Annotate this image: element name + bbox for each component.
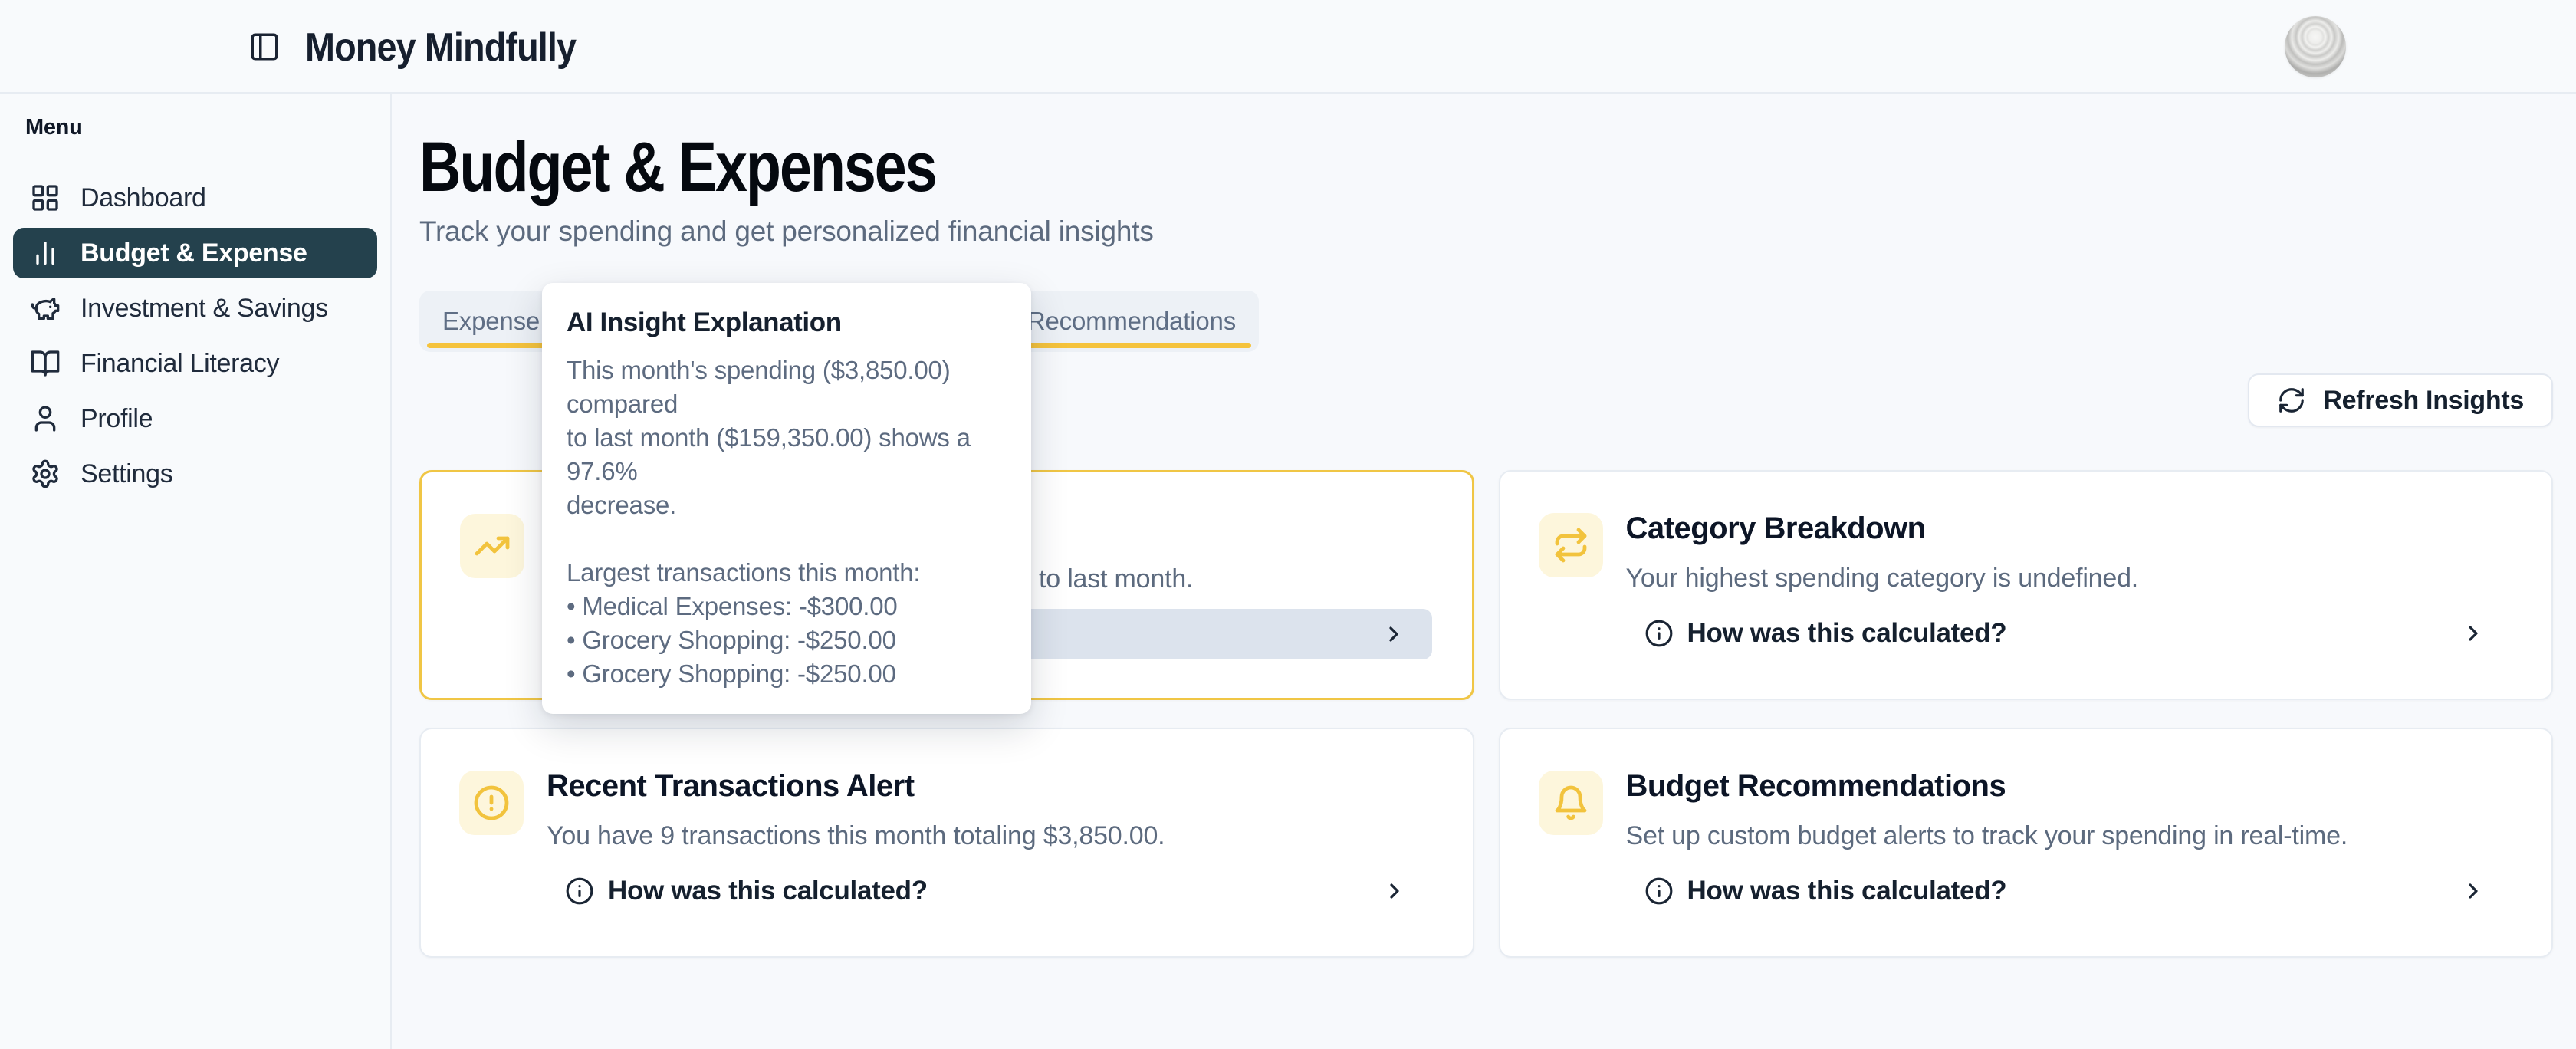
card-title: Budget Recommendations [1626, 769, 2006, 804]
how-calculated-label: How was this calculated? [1687, 618, 2007, 649]
app-header: Money Mindfully [0, 0, 2576, 94]
card-subtitle: Set up custom budget alerts to track you… [1626, 821, 2348, 851]
tooltip-line: • Grocery Shopping: -$250.00 [567, 623, 1008, 657]
refresh-insights-label: Refresh Insights [2323, 386, 2524, 416]
user-icon [30, 403, 61, 434]
trending-up-icon [474, 528, 511, 564]
how-calculated-label: How was this calculated? [608, 876, 928, 906]
sidebar-item-label: Profile [80, 404, 153, 434]
menu-section-label: Menu [25, 115, 390, 140]
tooltip-title: AI Insight Explanation [567, 307, 1008, 338]
avatar[interactable] [2285, 16, 2346, 77]
sidebar-item-label: Investment & Savings [80, 294, 328, 324]
card-icon-box [459, 771, 524, 835]
tooltip-line: • Medical Expenses: -$300.00 [567, 590, 1008, 623]
refresh-icon [2277, 386, 2306, 415]
tooltip-line: • Grocery Shopping: -$250.00 [567, 657, 1008, 691]
gear-icon [30, 459, 61, 489]
how-calculated-button[interactable]: How was this calculated? [1622, 866, 2512, 916]
sidebar: Menu Dashboard Budget & Expense [0, 94, 392, 1049]
refresh-insights-button[interactable]: Refresh Insights [2248, 373, 2553, 427]
chevron-right-icon [1382, 622, 1406, 646]
card-icon-box [1539, 513, 1603, 577]
chevron-right-icon [1382, 879, 1407, 903]
how-calculated-button[interactable]: How was this calculated? [1622, 608, 2512, 659]
panel-left-icon [248, 31, 281, 63]
sidebar-item-profile[interactable]: Profile [13, 393, 377, 444]
sidebar-item-label: Budget & Expense [80, 238, 307, 268]
sidebar-nav: Dashboard Budget & Expense Investment & … [0, 173, 390, 499]
sidebar-item-settings[interactable]: Settings [13, 449, 377, 499]
tooltip-line: Largest transactions this month: [567, 556, 1008, 590]
sidebar-item-budget-expense[interactable]: Budget & Expense [13, 228, 377, 278]
card-title: Category Breakdown [1626, 511, 1926, 546]
tooltip-line: This month's spending ($3,850.00) compar… [567, 354, 1008, 421]
page-title: Budget & Expenses [419, 129, 2169, 206]
ai-insight-tooltip: AI Insight Explanation This month's spen… [542, 283, 1031, 714]
how-calculated-label: How was this calculated? [1687, 876, 2007, 906]
tooltip-line: decrease. [567, 488, 1008, 522]
sidebar-item-investment-savings[interactable]: Investment & Savings [13, 283, 377, 334]
info-icon [1644, 619, 1674, 648]
piggy-bank-icon [30, 293, 61, 324]
card-subtitle-fragment: to last month. [1039, 564, 1193, 594]
sidebar-item-dashboard[interactable]: Dashboard [13, 173, 377, 223]
how-calculated-button[interactable]: How was this calculated? [542, 866, 1433, 916]
info-icon [565, 876, 594, 906]
sidebar-item-label: Dashboard [80, 183, 206, 213]
card-subtitle: Your highest spending category is undefi… [1626, 564, 2139, 594]
sidebar-item-financial-literacy[interactable]: Financial Literacy [13, 338, 377, 389]
info-icon [1644, 876, 1674, 906]
sidebar-toggle-button[interactable] [247, 29, 282, 64]
tooltip-line: to last month ($159,350.00) shows a 97.6… [567, 421, 1008, 488]
bell-icon [1552, 784, 1589, 821]
tooltip-line [567, 522, 1008, 556]
card-icon-box [460, 514, 524, 578]
card-recent-transactions: Recent Transactions Alert You have 9 tra… [419, 728, 1474, 958]
app-title: Money Mindfully [305, 25, 576, 71]
tooltip-body: This month's spending ($3,850.00) compar… [567, 354, 1008, 691]
card-category-breakdown: Category Breakdown Your highest spending… [1499, 470, 2554, 700]
layout-grid-icon [30, 183, 61, 213]
sidebar-item-label: Settings [80, 459, 172, 489]
bar-chart-icon [30, 238, 61, 268]
card-icon-box [1539, 771, 1603, 835]
sidebar-item-label: Financial Literacy [80, 349, 279, 379]
chevron-right-icon [2461, 879, 2486, 903]
alert-circle-icon [473, 784, 510, 821]
book-open-icon [30, 348, 61, 379]
card-budget-recommendations: Budget Recommendations Set up custom bud… [1499, 728, 2554, 958]
repeat-icon [1552, 527, 1589, 564]
card-subtitle: You have 9 transactions this month total… [547, 821, 1165, 851]
card-title: Recent Transactions Alert [547, 769, 915, 804]
page-subtitle: Track your spending and get personalized… [419, 215, 2553, 248]
chevron-right-icon [2461, 621, 2486, 646]
